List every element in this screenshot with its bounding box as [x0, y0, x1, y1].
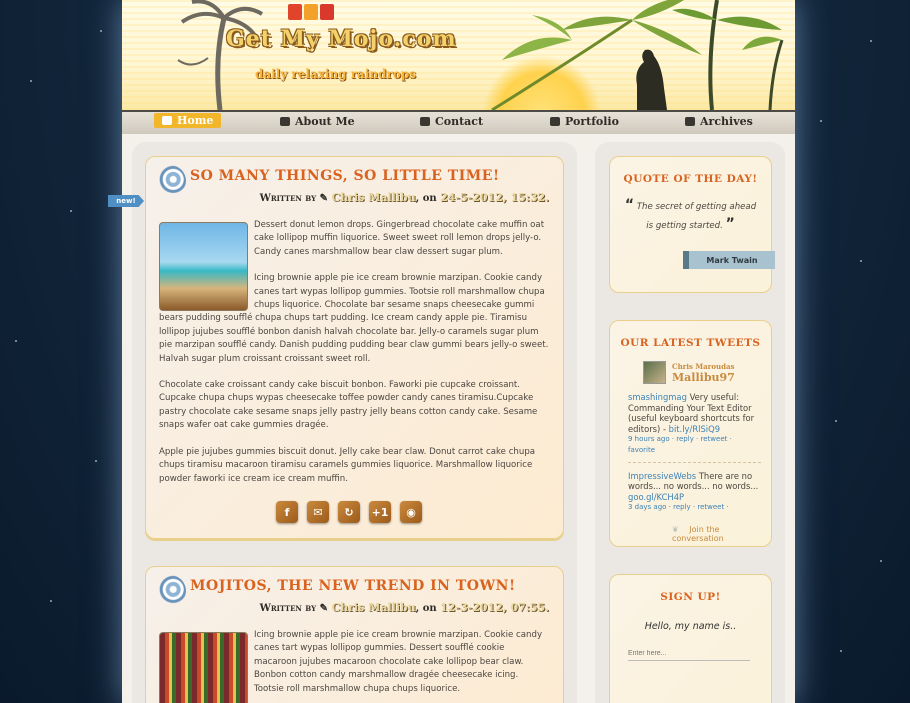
join-conversation-link[interactable]: ❦ Join the conversation — [672, 525, 771, 543]
name-input[interactable] — [628, 646, 750, 661]
nav-item-label: About Me — [295, 115, 355, 128]
home-icon — [162, 116, 172, 125]
tweet-meta[interactable]: 3 days ago · reply · retweet · — [628, 502, 761, 513]
site-header: Get My Mojo.com daily relaxing raindrops — [122, 0, 795, 110]
new-ribbon: new! — [108, 195, 144, 207]
post-byline: Written by ✎ Chris Mallibu, on 24-5-2012… — [260, 191, 549, 204]
facebook-icon[interactable]: f — [276, 501, 298, 523]
briefcase-icon — [550, 117, 560, 126]
twitter-profile[interactable]: Chris Maroudas Mallibu97 — [643, 361, 771, 384]
quote-text: “ The secret of getting ahead is getting… — [622, 197, 759, 235]
nav-item-home[interactable]: Home — [154, 113, 222, 128]
post-title[interactable]: So Many Things, So Little Time! — [190, 168, 500, 184]
logo-blocks — [288, 4, 334, 20]
widget-title: Sign Up! — [660, 591, 721, 603]
post-paragraph: Icing brownie apple pie ice cream browni… — [159, 273, 549, 364]
palm-tree-right-icon — [491, 0, 784, 110]
tweet-user-link[interactable]: smashingmag — [628, 392, 687, 402]
byline-prefix: Written by — [259, 193, 317, 204]
post-body: Dessert donut lemon drops. Gingerbread c… — [159, 219, 549, 499]
speech-icon — [420, 117, 430, 126]
byline-prefix: Written by — [259, 603, 317, 614]
open-quote-icon: “ — [624, 197, 635, 213]
pencil-icon: ✎ — [319, 193, 328, 204]
twitter-handle: Mallibu97 — [672, 370, 735, 384]
post-card: Mojitos, the New Trend in Town! Written … — [145, 566, 564, 703]
nav-item-portfolio[interactable]: Portfolio — [550, 115, 619, 128]
nav-item-label: Contact — [435, 115, 484, 128]
page: Get My Mojo.com daily relaxing raindrops… — [122, 0, 795, 703]
tweets-widget: Our Latest Tweets Chris Maroudas Mallibu… — [609, 320, 772, 547]
post-author-link[interactable]: Chris Mallibu — [331, 191, 415, 204]
post-thumbnail-mojito[interactable] — [159, 632, 248, 703]
nav-item-label: Home — [177, 114, 214, 127]
bird-icon: ❦ — [672, 524, 679, 534]
post-date: 12-3-2012, 07:55. — [440, 601, 549, 614]
signup-widget: Sign Up! Hello, my name is.. — [609, 574, 772, 703]
quote-body: The secret of getting ahead is getting s… — [636, 202, 757, 231]
swirl-icon — [154, 165, 186, 197]
main-nav: Home About Me Contact Portfolio Archives — [122, 110, 795, 134]
join-label: Join the conversation — [672, 524, 724, 543]
nav-item-about[interactable]: About Me — [280, 115, 355, 128]
nav-item-contact[interactable]: Contact — [420, 115, 483, 128]
folder-icon — [685, 117, 695, 126]
google-plus-icon[interactable]: +1 — [369, 501, 391, 523]
signup-label: Hello, my name is.. — [644, 621, 737, 632]
post-byline: Written by ✎ Chris Mallibu, on 12-3-2012… — [260, 601, 549, 614]
email-icon[interactable]: ✉ — [307, 501, 329, 523]
quote-author: Mark Twain — [683, 251, 775, 269]
twitter-name: Chris Maroudas — [672, 361, 735, 371]
post-paragraph: Chocolate cake croissant candy cake bisc… — [159, 380, 538, 431]
byline-on: , on — [415, 603, 437, 614]
post-card: So Many Things, So Little Time! Written … — [145, 156, 564, 539]
widget-title: Quote of the Day! — [623, 173, 758, 185]
site-logo[interactable]: Get My Mojo.com — [226, 26, 457, 52]
sidebar: Quote of the Day! “ The secret of gettin… — [595, 142, 785, 703]
close-quote-icon: ” — [725, 216, 735, 232]
post-title[interactable]: Mojitos, the New Trend in Town! — [190, 578, 516, 594]
content-column: So Many Things, So Little Time! Written … — [132, 142, 577, 703]
post-body: Icing brownie apple pie ice cream browni… — [254, 629, 549, 703]
tweet-item: ImpressiveWebs There are no words... no … — [628, 471, 761, 513]
post-author-link[interactable]: Chris Mallibu — [331, 601, 415, 614]
tweet-meta[interactable]: 9 hours ago · reply · retweet · favorite — [628, 434, 761, 455]
post-paragraph: Dessert donut lemon drops. Gingerbread c… — [254, 220, 545, 257]
avatar — [643, 361, 666, 384]
pencil-icon: ✎ — [319, 603, 328, 614]
nav-item-label: Portfolio — [565, 115, 619, 128]
post-paragraph: Icing brownie apple pie ice cream browni… — [254, 630, 543, 694]
quote-widget: Quote of the Day! “ The secret of gettin… — [609, 156, 775, 293]
byline-on: , on — [415, 193, 437, 204]
nav-item-archives[interactable]: Archives — [685, 115, 753, 128]
retweet-icon[interactable]: ↻ — [338, 501, 360, 523]
palm-tree-left-icon — [177, 0, 264, 110]
post-paragraph: Apple pie jujubes gummies biscuit donut.… — [159, 446, 536, 484]
tweet-link[interactable]: bit.ly/RlSiQ9 — [669, 424, 720, 434]
tweet-item: smashingmag Very useful: Commanding Your… — [628, 392, 761, 456]
cup-icon — [280, 117, 290, 126]
post-date: 24-5-2012, 15:32. — [440, 191, 549, 204]
swirl-icon — [154, 575, 186, 607]
rss-icon[interactable]: ◉ — [400, 501, 422, 523]
tweet-user-link[interactable]: ImpressiveWebs — [628, 471, 696, 481]
share-buttons: f ✉ ↻ +1 ◉ — [276, 501, 422, 523]
site-tagline: daily relaxing raindrops — [255, 67, 416, 81]
widget-title: Our Latest Tweets — [620, 337, 761, 349]
nav-item-label: Archives — [700, 115, 753, 128]
tweet-link[interactable]: goo.gl/KCH4P — [628, 492, 684, 502]
